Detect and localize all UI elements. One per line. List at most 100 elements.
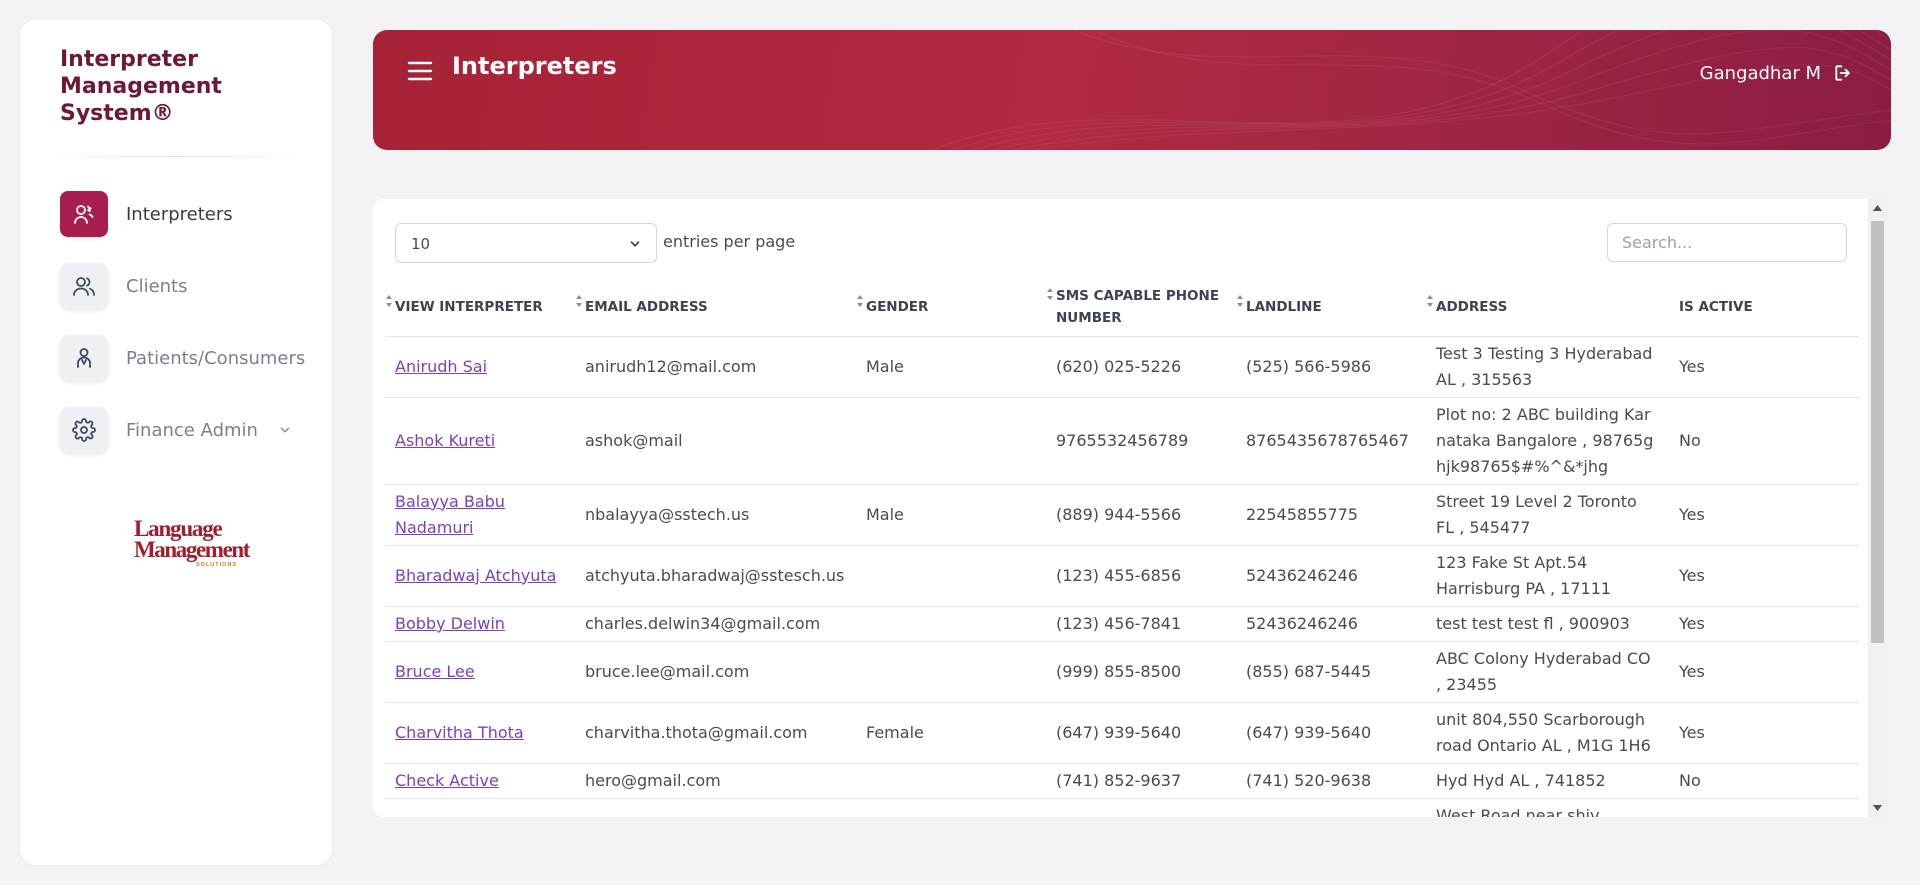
chevron-down-icon[interactable] (278, 423, 292, 437)
column-header-landline[interactable]: LANDLINE (1236, 279, 1426, 337)
table-cell-gender (856, 641, 1046, 703)
table-cell-email (575, 798, 856, 817)
scroll-down-arrow-icon[interactable] (1873, 805, 1882, 811)
table-cell-gender (856, 397, 1046, 485)
sort-icon[interactable] (856, 293, 864, 309)
column-header-label: EMAIL ADDRESS (585, 299, 708, 316)
interpreters-table-card: 10 entries per page VIEW INTERPRETER EMA… (373, 199, 1887, 817)
interpreter-link[interactable]: Anirudh Sai (395, 357, 487, 376)
svg-text:Management: Management (134, 537, 251, 562)
sidebar-item-patients-consumers[interactable]: Patients/Consumers (60, 334, 310, 382)
users-icon (60, 263, 108, 309)
interpreter-link[interactable]: Bharadwaj Atchyuta (395, 566, 556, 585)
interpreter-link[interactable]: Bruce Lee (395, 662, 475, 681)
table-row: West Road near shiv (385, 798, 1859, 817)
table-cell-active: No (1669, 397, 1859, 485)
scrollbar-thumb[interactable] (1871, 221, 1884, 643)
interpreter-link[interactable]: Balayya Babu Nadamuri (395, 492, 505, 537)
table-cell-name: Check Active (385, 763, 575, 799)
sidebar-item-label: Clients (126, 275, 188, 297)
table-cell-active: Yes (1669, 641, 1859, 703)
table-cell-landline: (647) 939-5640 (1236, 702, 1426, 764)
sidebar-item-clients[interactable]: Clients (60, 262, 310, 310)
scroll-up-arrow-icon[interactable] (1873, 205, 1882, 211)
table-row: Check Active hero@gmail.com (741) 852-96… (385, 763, 1859, 799)
sort-icon[interactable] (385, 293, 393, 309)
sidebar-divider (44, 156, 308, 157)
sort-icon[interactable] (1426, 293, 1434, 309)
header-background-waves (932, 30, 1891, 150)
table-cell-landline: (525) 566-5986 (1236, 336, 1426, 398)
table-cell-address: West Road near shiv (1426, 798, 1669, 817)
table-cell-active: No (1669, 763, 1859, 799)
user-name[interactable]: Gangadhar M (1700, 63, 1821, 84)
hamburger-menu-icon[interactable] (405, 56, 435, 86)
table-cell-sms: (123) 456-7841 (1046, 606, 1236, 642)
table-cell-gender (856, 798, 1046, 817)
table-cell-email: nbalayya@sstech.us (575, 484, 856, 546)
table-scrollbar[interactable] (1868, 199, 1887, 817)
interpreter-icon (60, 191, 108, 237)
app-title: Interpreter Management System® (60, 47, 222, 126)
sort-icon[interactable] (1046, 286, 1054, 302)
column-header-sms-capable-phone-number[interactable]: SMS CAPABLE PHONE NUMBER (1046, 279, 1236, 337)
table-cell-sms: 9765532456789 (1046, 397, 1236, 485)
table-cell-active: Yes (1669, 336, 1859, 398)
table-cell-sms: (647) 939-5640 (1046, 702, 1236, 764)
interpreter-link[interactable]: Bobby Delwin (395, 614, 505, 633)
table-cell-address: ABC Colony Hyderabad CO , 23455 (1426, 641, 1669, 703)
column-header-label: VIEW INTERPRETER (395, 299, 543, 316)
column-header-label: IS ACTIVE (1679, 299, 1753, 316)
sort-icon[interactable] (1236, 293, 1244, 309)
column-header-is-active[interactable]: IS ACTIVE (1669, 279, 1859, 337)
table-cell-gender (856, 545, 1046, 607)
table-cell-address: 123 Fake St Apt.54 Harrisburg PA , 17111 (1426, 545, 1669, 607)
sidebar-item-finance-admin[interactable]: Finance Admin (60, 406, 310, 454)
search-input[interactable] (1607, 223, 1847, 262)
table-cell-email: hero@gmail.com (575, 763, 856, 799)
column-header-email-address[interactable]: EMAIL ADDRESS (575, 279, 856, 337)
table-cell-sms: (741) 852-9637 (1046, 763, 1236, 799)
table-cell-landline: 52436246246 (1236, 545, 1426, 607)
table-cell-sms: (889) 944-5566 (1046, 484, 1236, 546)
sort-icon[interactable] (575, 293, 583, 309)
table-row: Bobby Delwin charles.delwin34@gmail.com … (385, 606, 1859, 642)
table-cell-name: Bharadwaj Atchyuta (385, 545, 575, 607)
interpreter-link[interactable]: Ashok Kureti (395, 431, 495, 450)
column-header-address[interactable]: ADDRESS (1426, 279, 1669, 337)
person-icon (60, 335, 108, 381)
table-cell-sms (1046, 798, 1236, 817)
table-cell-name: Charvitha Thota (385, 702, 575, 764)
logout-icon[interactable] (1831, 61, 1855, 85)
table-cell-gender: Male (856, 336, 1046, 398)
sidebar: Interpreter Management System® Interpret… (20, 20, 332, 865)
table-cell-landline (1236, 798, 1426, 817)
table-cell-address: Hyd Hyd AL , 741852 (1426, 763, 1669, 799)
column-header-label: ADDRESS (1436, 299, 1508, 316)
table-cell-name: Bruce Lee (385, 641, 575, 703)
language-management-solutions-logo: Language Management SOLUTIONS (114, 514, 264, 580)
table-cell-email: charvitha.thota@gmail.com (575, 702, 856, 764)
chevron-down-icon (628, 237, 642, 255)
table-row: Bharadwaj Atchyuta atchyuta.bharadwaj@ss… (385, 545, 1859, 607)
table-row: Ashok Kureti ashok@mail 9765532456789 87… (385, 397, 1859, 485)
column-header-gender[interactable]: GENDER (856, 279, 1046, 337)
sidebar-item-label: Finance Admin (126, 419, 258, 441)
table-cell-address: test test test fl , 900903 (1426, 606, 1669, 642)
sidebar-item-label: Patients/Consumers (126, 347, 306, 369)
table-row: Balayya Babu Nadamuri nbalayya@sstech.us… (385, 484, 1859, 546)
column-header-view-interpreter[interactable]: VIEW INTERPRETER (385, 279, 575, 337)
column-header-label: GENDER (866, 299, 929, 316)
interpreter-link[interactable]: Charvitha Thota (395, 723, 524, 742)
table-cell-email: bruce.lee@mail.com (575, 641, 856, 703)
interpreter-link[interactable]: Check Active (395, 771, 499, 790)
interpreters-table: VIEW INTERPRETER EMAIL ADDRESS GENDER SM… (385, 279, 1859, 817)
entries-per-page-select[interactable]: 10 (395, 223, 657, 263)
table-cell-address: Plot no: 2 ABC building Karnataka Bangal… (1426, 397, 1669, 485)
table-cell-active: Yes (1669, 484, 1859, 546)
table-cell-name: Balayya Babu Nadamuri (385, 484, 575, 546)
svg-text:SOLUTIONS: SOLUTIONS (196, 562, 237, 568)
table-cell-landline: 52436246246 (1236, 606, 1426, 642)
sidebar-item-interpreters[interactable]: Interpreters (60, 190, 310, 238)
page-title: Interpreters (452, 52, 617, 80)
